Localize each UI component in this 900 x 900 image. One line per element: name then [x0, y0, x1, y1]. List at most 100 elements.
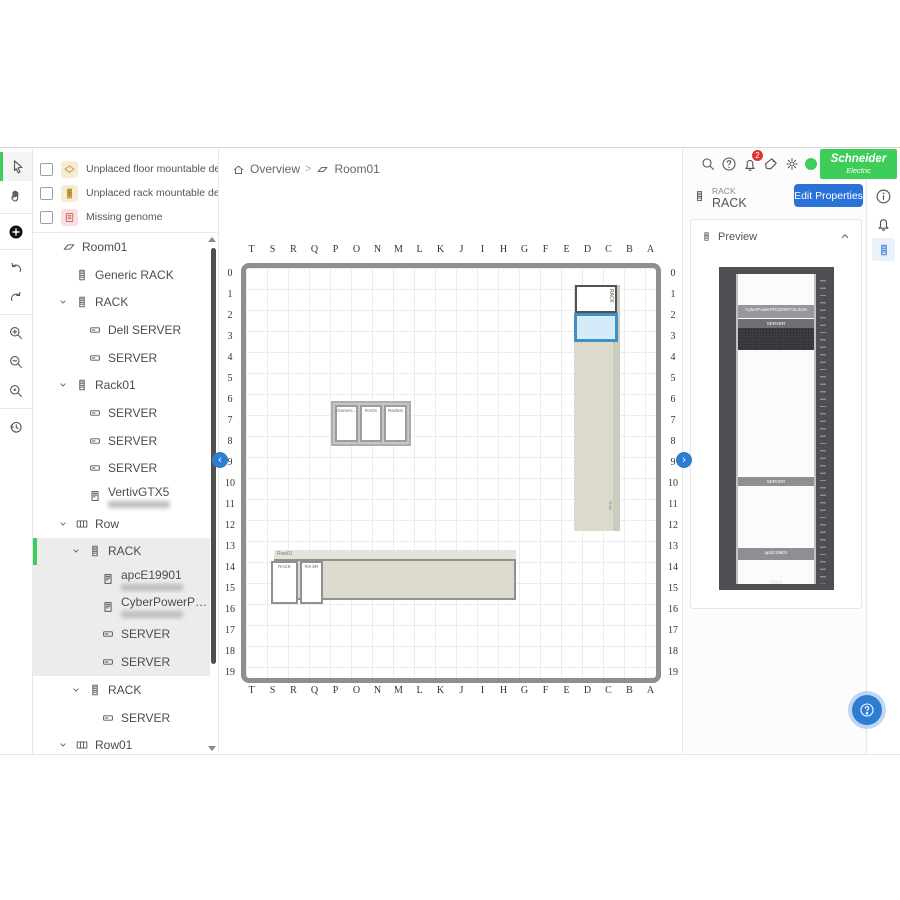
breadcrumb-overview[interactable]: Overview [250, 162, 300, 176]
chevron-spacer [56, 269, 69, 280]
grid-row-label: 3 [665, 326, 681, 347]
grid-column-label: G [514, 685, 535, 696]
server-icon [101, 655, 115, 669]
tree-item-label: CyberPowerPR2200R... [121, 595, 210, 609]
tree-item-apce19901[interactable]: apcE19901 [33, 565, 210, 593]
redo-button[interactable] [0, 282, 32, 311]
breadcrumb: Overview > Room01 [232, 162, 380, 176]
tree-item-generic-rack[interactable]: Generic RACK [33, 261, 210, 289]
breadcrumb-current[interactable]: Room01 [334, 162, 379, 176]
tree-item-server[interactable]: SERVER [33, 704, 210, 732]
chevron-down-icon[interactable] [56, 518, 69, 529]
tree-item-room01[interactable]: Room01 [33, 233, 210, 261]
edit-properties-button[interactable]: Edit Properties [794, 184, 863, 207]
filter-checkbox[interactable] [40, 187, 53, 200]
chevron-down-icon[interactable] [69, 546, 82, 557]
tree-item-rack[interactable]: RACK [33, 676, 210, 704]
grid-column-label: D [577, 685, 598, 696]
grid-row-label: 6 [665, 389, 681, 410]
tree-item-label: SERVER [121, 627, 170, 641]
help-fab[interactable] [852, 695, 882, 725]
grid-row-label: 15 [665, 578, 681, 599]
zoom-in-button[interactable] [0, 318, 32, 347]
tree-item-vertivgtx5[interactable]: VertivGTX5 [33, 482, 210, 510]
search-button[interactable] [700, 156, 716, 172]
gear-button[interactable] [784, 156, 800, 172]
tree-item-rack[interactable]: RACK [33, 288, 210, 316]
grid-column-label: O [346, 685, 367, 696]
rack-object[interactable]: RX-bR [300, 561, 323, 604]
tree-item-rack[interactable]: RACK [33, 538, 210, 566]
page: Unplaced floor mountable devicesUnplaced… [0, 0, 900, 900]
grid-row-label: 16 [665, 599, 681, 620]
chevron-down-icon[interactable] [56, 380, 69, 391]
tree-item-server[interactable]: SERVER [33, 427, 210, 455]
chevron-up-icon[interactable] [839, 230, 851, 242]
collapse-left-panel-toggle[interactable]: ‹ [212, 452, 228, 468]
tree-item-server[interactable]: SERVER [33, 621, 210, 649]
rack-object-selected[interactable] [574, 313, 618, 342]
rack-object[interactable]: Rack01 [384, 405, 407, 442]
pan-tool[interactable] [0, 181, 32, 210]
tree-item-cyberpowerpr2200r[interactable]: CyberPowerPR2200R... [33, 593, 210, 621]
tree-item-dell-server[interactable]: Dell SERVER [33, 316, 210, 344]
preview-device: CyberPowerPR2200RTXL2UN [738, 305, 814, 318]
preview-device-label: apcE19901 [765, 550, 788, 561]
history-button[interactable] [0, 412, 32, 441]
grid-column-label: H [493, 685, 514, 696]
filter-label: Unplaced rack mountable devices [86, 187, 218, 199]
grid-row-label: 18 [222, 641, 238, 662]
tree-item-label: Generic RACK [95, 268, 174, 282]
tree-item-server[interactable]: SERVER [33, 648, 210, 676]
preview-device: SERVER [738, 477, 814, 486]
tree-item-row01[interactable]: Row01 [33, 731, 210, 754]
tree-item-rack01[interactable]: Rack01 [33, 371, 210, 399]
rack-object[interactable]: RACK [360, 405, 383, 442]
rack-panel-button[interactable] [872, 238, 895, 261]
rack-object[interactable]: RACK [271, 561, 298, 604]
grid-column-label: P [325, 244, 346, 255]
grid-row-label: 17 [665, 620, 681, 641]
filter-checkbox[interactable] [40, 211, 53, 224]
chevron-down-icon[interactable] [56, 297, 69, 308]
help-icon [859, 702, 875, 718]
select-tool[interactable] [0, 152, 32, 181]
scroll-up-arrow[interactable] [208, 237, 216, 242]
tree-item-server[interactable]: SERVER [33, 455, 210, 483]
help-button[interactable] [721, 156, 737, 172]
undo-button[interactable] [0, 253, 32, 282]
rack-group[interactable]: Generic...RACKRack01 [331, 401, 411, 446]
chevron-down-icon[interactable] [56, 740, 69, 751]
zoom-fit-button[interactable] [0, 376, 32, 405]
schneider-electric-logo[interactable]: Schneider Electric [820, 149, 897, 179]
filter-checkbox[interactable] [40, 163, 53, 176]
grid-row-label: 15 [222, 578, 238, 599]
grid-column-label: N [367, 685, 388, 696]
chevron-down-icon[interactable] [69, 684, 82, 695]
chevron-spacer [69, 352, 82, 363]
filter-chip [61, 209, 78, 226]
rack-icon [75, 295, 89, 309]
grid-column-label: T [241, 685, 262, 696]
grid-column-label: G [514, 244, 535, 255]
grid-row-label: 19 [222, 662, 238, 683]
tree-item-server[interactable]: SERVER [33, 344, 210, 372]
avatar[interactable] [805, 158, 817, 170]
scroll-down-arrow[interactable] [208, 746, 216, 751]
bell-button[interactable] [875, 215, 892, 232]
add-button[interactable] [0, 217, 32, 246]
grid-column-label: M [388, 685, 409, 696]
grid-row-label: 0 [665, 263, 681, 284]
floorplan[interactable]: RACK Row Generic...RACKRack01 Row01 RACK… [241, 263, 661, 683]
info-button[interactable] [875, 188, 892, 205]
room-icon [62, 240, 76, 254]
collapse-right-panel-toggle[interactable]: › [676, 452, 692, 468]
grid-row-label: 14 [222, 557, 238, 578]
tree-item-row[interactable]: Row [33, 510, 210, 538]
zoom-out-button[interactable] [0, 347, 32, 376]
rack-object[interactable]: RACK [575, 285, 617, 313]
rack-object[interactable]: Generic... [335, 405, 358, 442]
tag-button[interactable] [763, 156, 779, 172]
tree-item-server[interactable]: SERVER [33, 399, 210, 427]
grid-column-label: K [430, 244, 451, 255]
